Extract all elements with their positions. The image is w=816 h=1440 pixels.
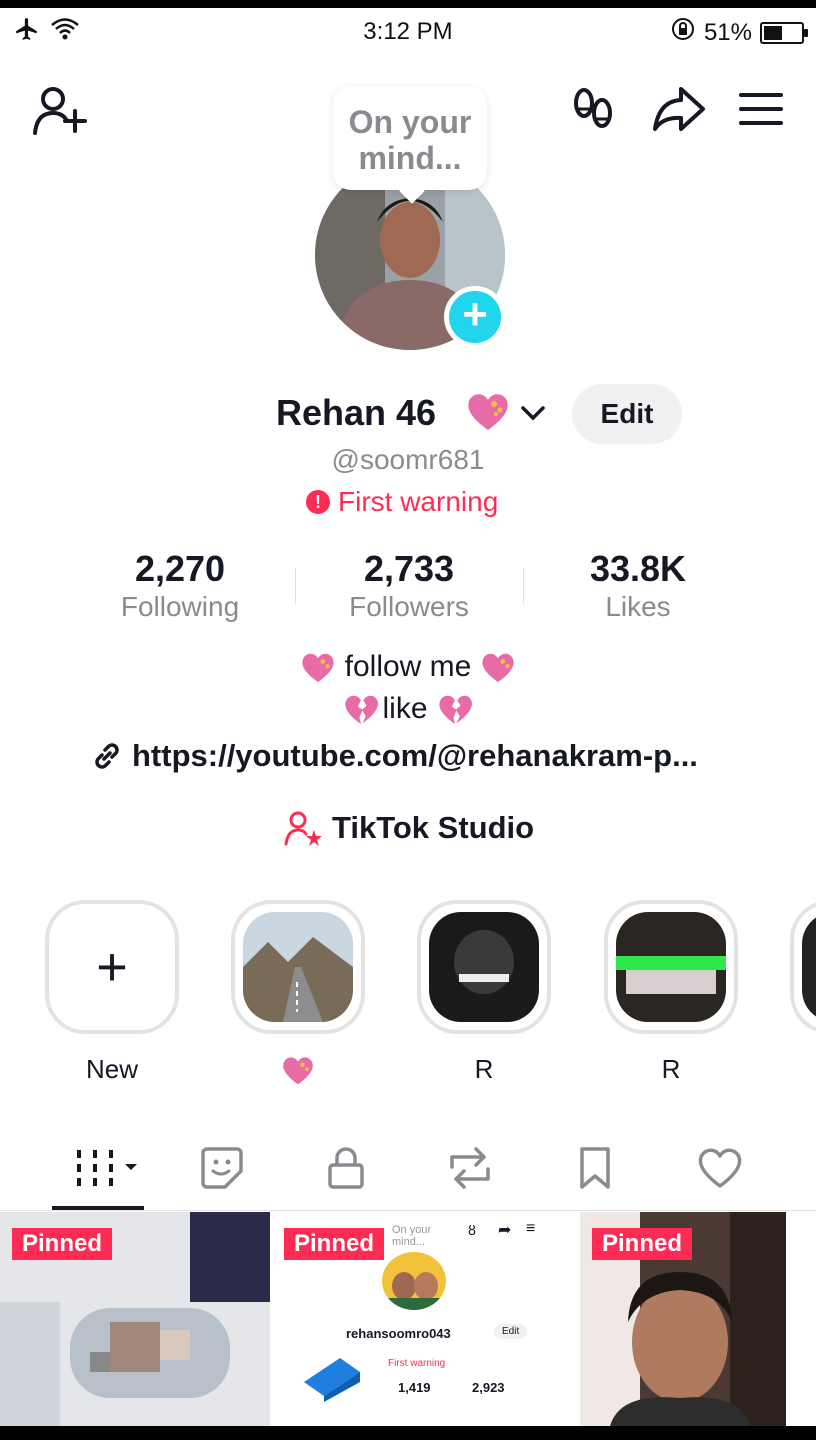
bio-text-1: follow me <box>344 650 472 683</box>
warning-icon: ! <box>306 490 330 514</box>
bio-line-1: follow me <box>0 650 816 684</box>
stat-divider <box>295 568 296 604</box>
highlight-item[interactable]: R <box>604 900 738 1084</box>
status-bar: 3:12 PM 51% <box>0 8 816 52</box>
highlight-label: R <box>474 1054 494 1084</box>
battery-icon <box>760 21 808 44</box>
repost-icon <box>450 1147 490 1189</box>
tab-liked[interactable] <box>690 1140 750 1196</box>
highlight-item[interactable]: R <box>417 900 551 1084</box>
add-story-button[interactable]: + <box>444 286 506 348</box>
link-icon <box>95 743 119 769</box>
heart-emoji-icon <box>302 653 334 683</box>
tab-stickers[interactable] <box>192 1140 252 1196</box>
highlight-new[interactable]: + New <box>45 900 179 1084</box>
tab-reposts[interactable] <box>440 1140 500 1196</box>
video-thumbnail[interactable]: Pinned <box>580 1212 786 1426</box>
highlight-thumbnail <box>802 912 816 1022</box>
rotation-lock-icon <box>670 16 696 49</box>
tab-videos[interactable] <box>70 1140 142 1196</box>
mini-footprints-icon: ȣ <box>468 1222 476 1238</box>
heart-icon <box>698 1148 742 1188</box>
bio-link[interactable]: https://youtube.com/@rehanakram-p... <box>90 738 698 774</box>
note-line-1: On your <box>348 104 472 140</box>
highlight-label: New <box>85 1054 138 1084</box>
video-thumbnail[interactable]: Pinned <box>0 1212 270 1426</box>
stat-following[interactable]: 2,270 Following <box>90 548 270 624</box>
add-friend-icon[interactable] <box>30 80 90 140</box>
likes-label: Likes <box>605 591 671 622</box>
note-bubble[interactable]: On your mind... <box>333 86 487 190</box>
broken-heart-icon <box>345 695 379 725</box>
footprints-icon[interactable] <box>566 82 620 136</box>
warning-link[interactable]: ! First warning <box>306 486 498 518</box>
sticker-icon <box>201 1147 243 1189</box>
highlight-label: R <box>661 1054 681 1084</box>
plus-icon: + <box>96 937 128 997</box>
following-count: 2,270 <box>134 548 226 589</box>
tab-private[interactable] <box>316 1140 376 1196</box>
heart-emoji-icon <box>482 653 514 683</box>
profile-name-row: Rehan 46 Edit <box>0 384 816 444</box>
pinned-badge: Pinned <box>592 1228 693 1260</box>
mini-following: 1,419 <box>398 1380 431 1395</box>
studio-icon <box>284 811 322 846</box>
studio-text: TikTok Studio <box>332 810 535 845</box>
mini-bubble: On your mind... <box>392 1224 432 1248</box>
mini-username: rehansoomro043 <box>346 1326 451 1341</box>
grid-icon <box>77 1150 137 1186</box>
username-handle: @soomr681 <box>331 444 485 475</box>
bio-link-text: https://youtube.com/@rehanakram-p... <box>132 738 698 773</box>
lock-icon <box>328 1147 364 1189</box>
highlight-label <box>231 1054 365 1093</box>
pinned-badge: Pinned <box>284 1228 385 1260</box>
highlight-item[interactable] <box>231 900 365 1085</box>
heart-emoji-icon <box>464 390 512 437</box>
followers-count: 2,733 <box>363 548 455 589</box>
video-thumbnail[interactable]: Pinned On your mind... rehansoomro043 Edi… <box>272 1212 578 1426</box>
divider <box>0 1210 816 1211</box>
content-tabs <box>0 1130 816 1210</box>
top-edge <box>0 0 816 8</box>
stat-divider <box>523 568 524 604</box>
bottom-edge <box>0 1426 816 1440</box>
heart-emoji-icon <box>283 1057 313 1085</box>
stat-likes[interactable]: 33.8K Likes <box>548 548 728 624</box>
note-line-2: mind... <box>358 140 462 176</box>
mini-avatar <box>382 1252 446 1310</box>
bio-text-2: like <box>382 692 428 725</box>
highlight-thumbnail <box>616 912 726 1022</box>
broken-heart-icon <box>438 695 472 725</box>
mini-share-icon: ➦ <box>498 1222 512 1239</box>
mini-followers: 2,923 <box>472 1380 505 1395</box>
followers-label: Followers <box>349 591 469 622</box>
likes-count: 33.8K <box>589 548 687 589</box>
edit-profile-button[interactable]: Edit <box>572 384 682 444</box>
battery-percent: 51% <box>703 18 752 46</box>
chevron-down-icon[interactable] <box>518 398 548 433</box>
share-icon[interactable] <box>650 80 708 138</box>
bio-line-2: like <box>0 692 816 726</box>
mini-arrow-graphic <box>304 1358 360 1402</box>
stat-followers[interactable]: 2,733 Followers <box>319 548 499 624</box>
menu-icon[interactable] <box>734 82 788 136</box>
tiktok-studio-link[interactable]: TikTok Studio <box>284 810 534 846</box>
highlight-thumbnail <box>243 912 353 1022</box>
following-label: Following <box>120 591 240 622</box>
highlight-item[interactable]: rel <box>790 900 816 1034</box>
mini-warning: First warning <box>388 1358 446 1369</box>
mini-edit: Edit <box>494 1324 528 1339</box>
tab-favorites[interactable] <box>565 1140 625 1196</box>
bookmark-icon <box>580 1147 610 1189</box>
profile-name: Rehan 46 <box>276 392 437 433</box>
mini-menu-icon: ≡ <box>526 1220 536 1237</box>
pinned-badge: Pinned <box>12 1228 113 1260</box>
highlight-thumbnail <box>429 912 539 1022</box>
warning-text: First warning <box>338 486 499 517</box>
